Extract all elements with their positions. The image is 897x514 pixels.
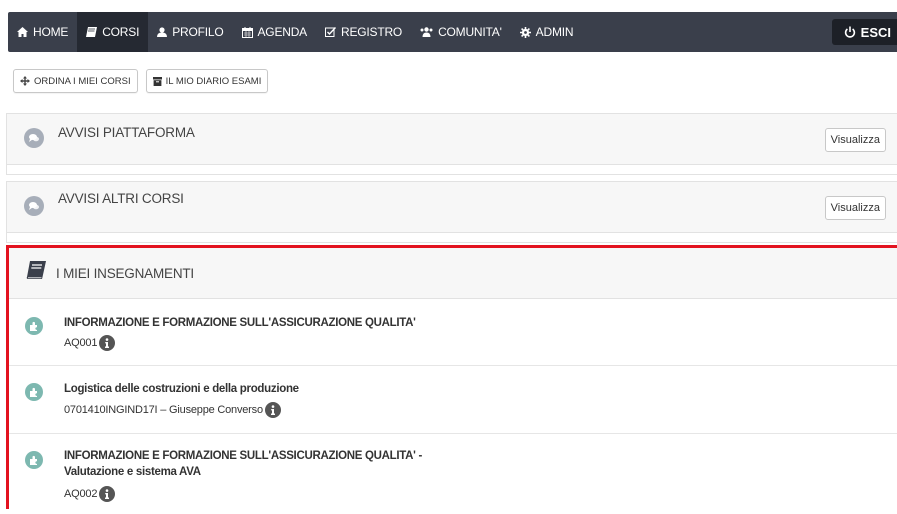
view-button[interactable]: Visualizza xyxy=(824,128,886,152)
course-item[interactable]: Logistica delle costruzioni e della prod… xyxy=(9,366,897,434)
nav-agenda[interactable]: AGENDA xyxy=(233,12,316,52)
nav-comunita-label: COMUNITA' xyxy=(438,25,502,39)
nav-profilo-label: PROFILO xyxy=(172,25,224,39)
course-code-row: 0701410INGIND17I – Giuseppe Converso xyxy=(64,402,281,418)
course-title[interactable]: Logistica delle costruzioni e della prod… xyxy=(64,381,584,397)
comments-icon xyxy=(24,196,44,216)
nav-comunita[interactable]: COMUNITA' xyxy=(411,12,511,52)
course-code: 0701410INGIND17I – Giuseppe Converso xyxy=(64,404,263,416)
course-title[interactable]: INFORMAZIONE E FORMAZIONE SULL'ASSICURAZ… xyxy=(64,448,444,480)
panel-body xyxy=(7,233,897,242)
nav-corsi-label: CORSI xyxy=(102,25,140,39)
nav-corsi[interactable]: CORSI xyxy=(77,12,149,52)
course-item[interactable]: INFORMAZIONE E FORMAZIONE SULL'ASSICURAZ… xyxy=(9,434,897,514)
users-icon xyxy=(420,27,433,37)
other-courses-notices-panel: AVVISI ALTRI CORSI Visualizza xyxy=(6,181,897,243)
logout-label: ESCI xyxy=(860,24,891,40)
panel-title: AVVISI ALTRI CORSI xyxy=(58,191,184,206)
exam-diary-button[interactable]: IL MIO DIARIO ESAMI xyxy=(145,69,269,93)
panel-header: AVVISI PIATTAFORMA Visualizza xyxy=(7,114,897,165)
course-code: AQ001 xyxy=(64,337,98,349)
comments-icon xyxy=(24,128,44,148)
puzzle-icon xyxy=(25,317,43,335)
panel-title: I MIEI INSEGNAMENTI xyxy=(56,266,194,281)
info-icon[interactable] xyxy=(99,335,116,351)
logout-button[interactable]: ESCI xyxy=(831,19,897,45)
gear-icon xyxy=(519,26,531,38)
nav-home[interactable]: HOME xyxy=(8,12,77,52)
course-title[interactable]: INFORMAZIONE E FORMAZIONE SULL'ASSICURAZ… xyxy=(64,315,584,331)
info-icon[interactable] xyxy=(264,402,281,418)
check-square-icon xyxy=(324,27,336,37)
panel-header: I MIEI INSEGNAMENTI xyxy=(9,248,897,299)
panel-title: AVVISI PIATTAFORMA xyxy=(58,125,195,140)
panel-body xyxy=(7,165,897,174)
archive-icon xyxy=(152,76,162,86)
top-navbar: HOME CORSI PROFILO AGENDA REGISTRO COMUN… xyxy=(8,12,897,52)
info-icon[interactable] xyxy=(99,486,116,502)
user-icon xyxy=(157,27,168,37)
nav-registro-label: REGISTRO xyxy=(340,25,403,39)
course-code-row: AQ001 xyxy=(64,335,116,351)
view-button[interactable]: Visualizza xyxy=(824,196,886,220)
order-courses-button[interactable]: ORDINA I MIEI CORSI xyxy=(13,69,138,93)
course-toolbar: ORDINA I MIEI CORSI IL MIO DIARIO ESAMI xyxy=(13,69,269,93)
power-icon xyxy=(844,26,855,38)
book-icon xyxy=(26,261,46,279)
platform-notices-panel: AVVISI PIATTAFORMA Visualizza xyxy=(6,113,897,175)
puzzle-icon xyxy=(25,451,43,469)
exam-diary-label: IL MIO DIARIO ESAMI xyxy=(165,75,262,87)
move-icon xyxy=(20,76,30,86)
course-item[interactable]: INFORMAZIONE E FORMAZIONE SULL'ASSICURAZ… xyxy=(9,299,897,366)
home-icon xyxy=(17,27,28,37)
my-teachings-panel: I MIEI INSEGNAMENTI INFORMAZIONE E FORMA… xyxy=(6,245,897,514)
panel-header: AVVISI ALTRI CORSI Visualizza xyxy=(7,182,897,233)
course-code: AQ002 xyxy=(64,488,98,500)
nav-agenda-label: AGENDA xyxy=(257,25,308,39)
nav-admin[interactable]: ADMIN xyxy=(511,12,583,52)
book-icon xyxy=(86,27,98,37)
calendar-icon xyxy=(241,26,253,38)
nav-profilo[interactable]: PROFILO xyxy=(148,12,232,52)
nav-registro[interactable]: REGISTRO xyxy=(316,12,411,52)
order-courses-label: ORDINA I MIEI CORSI xyxy=(34,75,131,87)
nav-home-label: HOME xyxy=(33,25,69,39)
puzzle-icon xyxy=(25,383,43,401)
nav-admin-label: ADMIN xyxy=(535,25,574,39)
course-code-row: AQ002 xyxy=(64,486,116,502)
